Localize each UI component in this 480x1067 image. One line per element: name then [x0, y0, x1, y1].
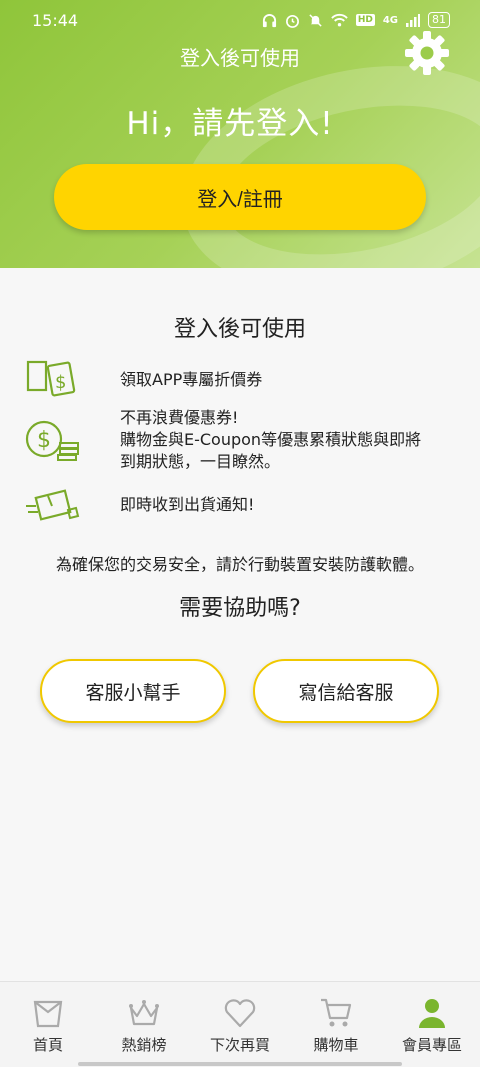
- tab-label: 會員專區: [401, 1036, 462, 1054]
- hd-badge: HD: [355, 14, 375, 26]
- home-indicator[interactable]: [78, 1062, 402, 1066]
- tab-wishlist[interactable]: 下次再買: [192, 982, 288, 1067]
- help-title: 需要協助嗎?: [179, 596, 301, 621]
- benefits-title: 登入後可使用: [173, 317, 306, 342]
- tab-home[interactable]: 首頁: [0, 982, 96, 1067]
- status-time: 15:44: [32, 11, 79, 30]
- tab-label: 熱銷榜: [121, 1036, 167, 1054]
- greeting-text: Hi，請先登入!: [126, 106, 334, 142]
- coupon-icon: $: [26, 360, 76, 397]
- tab-label: 首頁: [32, 1036, 63, 1054]
- tab-cart[interactable]: 購物車: [288, 982, 384, 1067]
- benefit-text: 不再浪費優惠券! 購物金與E-Coupon等優惠累積狀態與即將 到期狀態，一目瞭…: [120, 407, 421, 473]
- bottom-tab-bar: 首頁 熱銷榜 下次再買 購物車 會員專區: [0, 981, 480, 1067]
- benefit-item-shipping: 即時收到出貨通知!: [24, 484, 464, 524]
- delivery-box-icon: [26, 489, 80, 521]
- email-service-button[interactable]: 寫信給客服: [253, 659, 439, 723]
- gear-icon[interactable]: [404, 30, 450, 76]
- customer-assistant-button[interactable]: 客服小幫手: [40, 659, 226, 723]
- signal-icon: [406, 14, 420, 27]
- headphones-icon: [262, 13, 276, 27]
- money-coins-icon: $: [25, 420, 79, 461]
- login-register-button[interactable]: 登入/註冊: [54, 164, 426, 230]
- wifi-icon: [331, 13, 348, 27]
- svg-text:$: $: [55, 372, 66, 393]
- crown-icon: [129, 1000, 159, 1026]
- battery-icon: 81: [428, 12, 450, 28]
- svg-text:$: $: [37, 428, 51, 453]
- alarm-icon: [285, 14, 299, 28]
- security-note: 為確保您的交易安全，請於行動裝置安裝防護軟體。: [55, 555, 424, 574]
- home-bag-icon: [33, 1000, 63, 1028]
- tab-label: 下次再買: [209, 1036, 270, 1054]
- tab-member[interactable]: 會員專區: [384, 982, 480, 1067]
- benefit-line: 不再浪費優惠券!: [120, 408, 239, 427]
- heart-icon: [224, 999, 256, 1028]
- benefit-item-coupon: $ 領取APP專屬折價券: [24, 358, 464, 402]
- status-icons: HD 4G 81: [262, 12, 450, 28]
- cart-icon: [321, 998, 352, 1027]
- tab-label: 購物車: [313, 1036, 359, 1054]
- network-label: 4G: [382, 14, 398, 26]
- benefit-item-coupon-status: $ 不再浪費優惠券! 購物金與E-Coupon等優惠累積狀態與即將 到期狀態，一…: [24, 407, 464, 475]
- benefit-text: 領取APP專屬折價券: [120, 370, 263, 389]
- mute-icon: [309, 13, 322, 27]
- benefit-text: 即時收到出貨通知!: [120, 495, 255, 514]
- member-icon: [419, 999, 445, 1028]
- tab-bestsellers[interactable]: 熱銷榜: [96, 982, 192, 1067]
- benefit-line: 到期狀態，一目瞭然。: [120, 452, 281, 471]
- benefit-line: 購物金與E-Coupon等優惠累積狀態與即將: [120, 430, 422, 449]
